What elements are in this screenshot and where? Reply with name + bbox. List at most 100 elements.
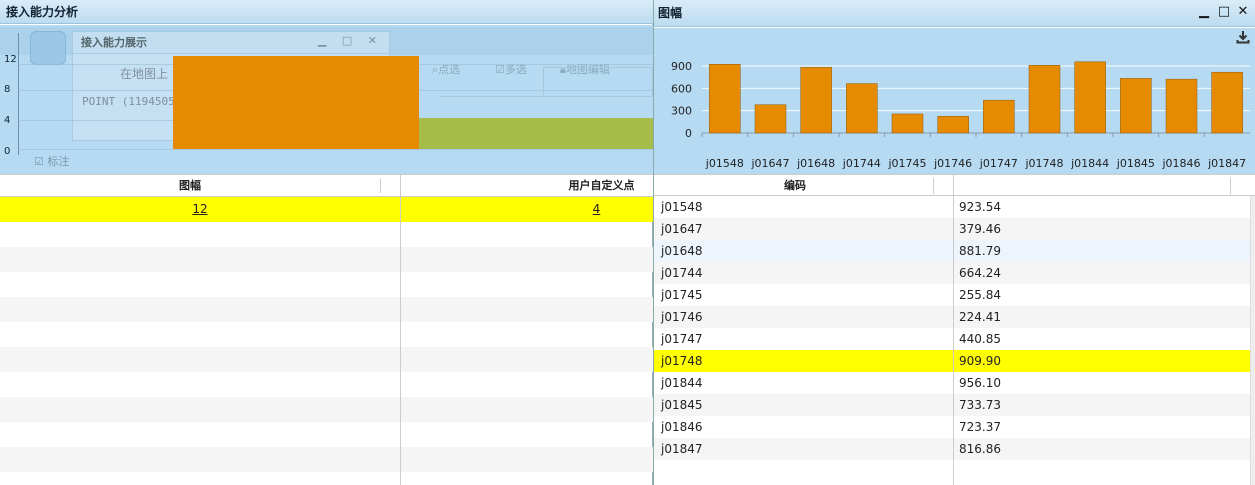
x-tick-label: j01745 bbox=[887, 157, 926, 170]
background-subwindow-controls: ▁ □ ✕ bbox=[317, 34, 383, 47]
table-row-empty bbox=[0, 322, 653, 347]
value-cell: 723.37 bbox=[959, 420, 1001, 434]
table-row-empty bbox=[654, 460, 1250, 482]
table-row[interactable]: j01845 733.73 bbox=[654, 394, 1250, 416]
table-row[interactable]: 12 4 bbox=[0, 197, 653, 222]
x-tick-label: j01746 bbox=[933, 157, 972, 170]
y-tick-label: 0 bbox=[685, 127, 692, 140]
y-tick-label: 300 bbox=[671, 105, 692, 118]
tufu-count-link[interactable]: 12 bbox=[192, 202, 207, 216]
code-cell: j01748 bbox=[661, 354, 703, 368]
column-header-tufu[interactable]: 图幅 bbox=[0, 175, 380, 197]
value-table: 编码 j01548 923.54 j01647 379.46 j01648 881.79 j… bbox=[654, 174, 1255, 485]
minimize-button[interactable]: ▁ bbox=[1195, 3, 1213, 21]
bar[interactable] bbox=[754, 104, 787, 134]
code-cell: j01548 bbox=[661, 200, 703, 214]
value-cell: 440.85 bbox=[959, 332, 1001, 346]
mini-chart-y-tick: 4 bbox=[4, 115, 11, 126]
vertical-scrollbar[interactable] bbox=[1250, 196, 1255, 485]
table-row[interactable]: j01746 224.41 bbox=[654, 306, 1250, 328]
bar-chart-svg: 0 300 600 900 j01548 j01647 j01648 j01744 j01745… bbox=[671, 60, 1250, 170]
table-row-empty bbox=[0, 397, 653, 422]
bar[interactable] bbox=[800, 67, 832, 134]
bar[interactable] bbox=[709, 63, 741, 134]
tufu-window-title-text: 图幅 bbox=[658, 6, 683, 20]
bar[interactable] bbox=[1028, 65, 1061, 134]
table-row[interactable]: j01548 923.54 bbox=[654, 196, 1250, 218]
maximize-button[interactable]: □ bbox=[1215, 3, 1233, 21]
table-row-empty bbox=[0, 222, 653, 247]
bar[interactable] bbox=[1074, 61, 1106, 134]
table-row[interactable]: j01748 909.90 bbox=[654, 350, 1250, 372]
column-separator bbox=[933, 178, 934, 194]
custom-point-count-link[interactable]: 4 bbox=[593, 202, 601, 216]
code-cell: j01746 bbox=[661, 310, 703, 324]
value-cell: 224.41 bbox=[959, 310, 1001, 324]
value-cell: 909.90 bbox=[959, 354, 1001, 368]
x-tick-label: j01847 bbox=[1207, 157, 1246, 170]
value-cell: 923.54 bbox=[959, 200, 1001, 214]
value-cell: 881.79 bbox=[959, 244, 1001, 258]
background-map-text: 在地图上 bbox=[120, 67, 169, 81]
bar[interactable] bbox=[1165, 78, 1198, 134]
summary-table: 图幅 用户自定义点 12 4 bbox=[0, 174, 653, 485]
mini-chart-bar-tufu[interactable] bbox=[173, 56, 419, 149]
x-tick-label: j01648 bbox=[796, 157, 835, 170]
mini-chart-y-axis bbox=[18, 33, 19, 155]
column-divider bbox=[400, 174, 401, 485]
table-row-empty bbox=[0, 347, 653, 372]
code-cell: j01846 bbox=[661, 420, 703, 434]
code-cell: j01747 bbox=[661, 332, 703, 346]
table-row[interactable]: j01745 255.84 bbox=[654, 284, 1250, 306]
table-row[interactable]: j01648 881.79 bbox=[654, 240, 1250, 262]
bar[interactable] bbox=[983, 99, 1015, 134]
table-row-empty bbox=[0, 422, 653, 447]
bar[interactable] bbox=[891, 113, 924, 134]
table-row[interactable]: j01846 723.37 bbox=[654, 416, 1250, 438]
tufu-window-title: 图幅 bbox=[654, 0, 1255, 27]
mini-chart-bar-custom-point[interactable] bbox=[419, 118, 653, 149]
table-row[interactable]: j01844 956.10 bbox=[654, 372, 1250, 394]
x-tick-label: j01647 bbox=[750, 157, 789, 170]
table-row-empty bbox=[0, 372, 653, 397]
analysis-window: 接入能力分析 接入能力展示 ▁ □ ✕ 在地图上 POINT (11945059… bbox=[0, 0, 653, 485]
x-tick-label: j01748 bbox=[1024, 157, 1063, 170]
table-row[interactable]: j01744 664.24 bbox=[654, 262, 1250, 284]
value-cell: 816.86 bbox=[959, 442, 1001, 456]
column-header-custom-point[interactable]: 用户自定义点 bbox=[400, 175, 653, 197]
background-app-icon bbox=[30, 31, 66, 65]
code-cell: j01745 bbox=[661, 288, 703, 302]
code-cell: j01647 bbox=[661, 222, 703, 236]
x-tick-label: j01744 bbox=[842, 157, 881, 170]
column-separator bbox=[380, 179, 381, 193]
background-point-text: POINT (11945059 bbox=[82, 95, 182, 108]
code-cell: j01844 bbox=[661, 376, 703, 390]
column-header-code[interactable]: 编码 bbox=[784, 175, 806, 196]
value-table-header: 编码 bbox=[654, 174, 1255, 196]
bar[interactable] bbox=[937, 116, 969, 134]
mini-chart-panel: 接入能力展示 ▁ □ ✕ 在地图上 POINT (11945059 ⌕点选 ☑多… bbox=[0, 25, 653, 174]
value-cell: 255.84 bbox=[959, 288, 1001, 302]
value-cell: 733.73 bbox=[959, 398, 1001, 412]
analysis-window-title: 接入能力分析 bbox=[0, 0, 653, 24]
bar[interactable] bbox=[1120, 78, 1152, 134]
column-separator bbox=[1230, 178, 1231, 194]
table-row[interactable]: j01847 816.86 bbox=[654, 438, 1250, 460]
code-cell: j01847 bbox=[661, 442, 703, 456]
bar[interactable] bbox=[846, 83, 878, 134]
tufu-window: 图幅 ▁ □ ✕ 0 300 600 900 j01548 j01647 j01648 j01… bbox=[653, 0, 1255, 485]
background-panel-line bbox=[440, 75, 653, 97]
y-tick-label: 600 bbox=[671, 82, 692, 95]
bar[interactable] bbox=[1211, 71, 1243, 134]
download-icon[interactable] bbox=[1236, 30, 1250, 44]
code-cell: j01845 bbox=[661, 398, 703, 412]
value-cell: 664.24 bbox=[959, 266, 1001, 280]
table-row-empty bbox=[0, 272, 653, 297]
table-cell: 12 bbox=[0, 197, 400, 222]
mini-chart-y-tick: 12 bbox=[4, 54, 17, 65]
table-row[interactable]: j01647 379.46 bbox=[654, 218, 1250, 240]
table-row[interactable]: j01747 440.85 bbox=[654, 328, 1250, 350]
mini-chart-gridline bbox=[18, 149, 653, 150]
close-button[interactable]: ✕ bbox=[1234, 3, 1252, 21]
value-cell: 379.46 bbox=[959, 222, 1001, 236]
